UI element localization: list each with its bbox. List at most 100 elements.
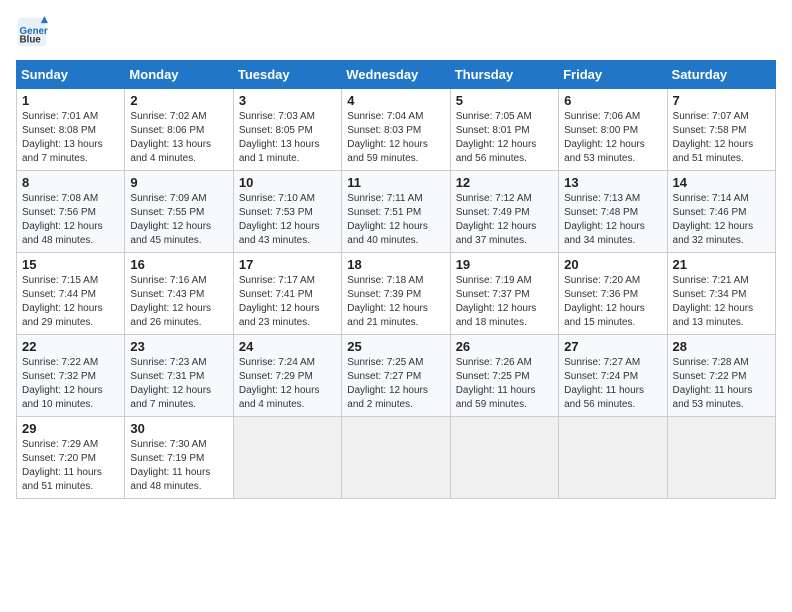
day-number: 4 — [347, 93, 444, 108]
calendar-cell: 29 Sunrise: 7:29 AMSunset: 7:20 PMDaylig… — [17, 417, 125, 499]
day-number: 26 — [456, 339, 553, 354]
calendar-cell: 30 Sunrise: 7:30 AMSunset: 7:19 PMDaylig… — [125, 417, 233, 499]
day-info: Sunrise: 7:05 AMSunset: 8:01 PMDaylight:… — [456, 111, 537, 164]
calendar-cell: 19 Sunrise: 7:19 AMSunset: 7:37 PMDaylig… — [450, 253, 558, 335]
col-header-tuesday: Tuesday — [233, 61, 341, 89]
col-header-monday: Monday — [125, 61, 233, 89]
calendar-cell: 28 Sunrise: 7:28 AMSunset: 7:22 PMDaylig… — [667, 335, 775, 417]
calendar-cell: 21 Sunrise: 7:21 AMSunset: 7:34 PMDaylig… — [667, 253, 775, 335]
calendar-cell: 2 Sunrise: 7:02 AMSunset: 8:06 PMDayligh… — [125, 89, 233, 171]
day-info: Sunrise: 7:28 AMSunset: 7:22 PMDaylight:… — [673, 357, 753, 410]
day-info: Sunrise: 7:04 AMSunset: 8:03 PMDaylight:… — [347, 111, 428, 164]
day-number: 21 — [673, 257, 770, 272]
calendar-cell — [559, 417, 667, 499]
calendar-cell: 15 Sunrise: 7:15 AMSunset: 7:44 PMDaylig… — [17, 253, 125, 335]
week-row-1: 1 Sunrise: 7:01 AMSunset: 8:08 PMDayligh… — [17, 89, 776, 171]
calendar-cell: 24 Sunrise: 7:24 AMSunset: 7:29 PMDaylig… — [233, 335, 341, 417]
day-number: 8 — [22, 175, 119, 190]
calendar-cell: 3 Sunrise: 7:03 AMSunset: 8:05 PMDayligh… — [233, 89, 341, 171]
day-number: 3 — [239, 93, 336, 108]
day-number: 29 — [22, 421, 119, 436]
day-number: 23 — [130, 339, 227, 354]
day-number: 5 — [456, 93, 553, 108]
day-info: Sunrise: 7:17 AMSunset: 7:41 PMDaylight:… — [239, 275, 320, 328]
week-row-2: 8 Sunrise: 7:08 AMSunset: 7:56 PMDayligh… — [17, 171, 776, 253]
calendar-cell: 13 Sunrise: 7:13 AMSunset: 7:48 PMDaylig… — [559, 171, 667, 253]
calendar-cell — [450, 417, 558, 499]
calendar-cell: 4 Sunrise: 7:04 AMSunset: 8:03 PMDayligh… — [342, 89, 450, 171]
calendar-cell: 25 Sunrise: 7:25 AMSunset: 7:27 PMDaylig… — [342, 335, 450, 417]
calendar-cell: 23 Sunrise: 7:23 AMSunset: 7:31 PMDaylig… — [125, 335, 233, 417]
day-info: Sunrise: 7:02 AMSunset: 8:06 PMDaylight:… — [130, 111, 211, 164]
day-info: Sunrise: 7:18 AMSunset: 7:39 PMDaylight:… — [347, 275, 428, 328]
day-number: 30 — [130, 421, 227, 436]
day-number: 13 — [564, 175, 661, 190]
calendar-cell: 20 Sunrise: 7:20 AMSunset: 7:36 PMDaylig… — [559, 253, 667, 335]
calendar-table: SundayMondayTuesdayWednesdayThursdayFrid… — [16, 60, 776, 499]
day-info: Sunrise: 7:01 AMSunset: 8:08 PMDaylight:… — [22, 111, 103, 164]
day-info: Sunrise: 7:30 AMSunset: 7:19 PMDaylight:… — [130, 439, 210, 492]
logo: General Blue — [16, 16, 52, 48]
calendar-cell: 14 Sunrise: 7:14 AMSunset: 7:46 PMDaylig… — [667, 171, 775, 253]
day-number: 28 — [673, 339, 770, 354]
day-info: Sunrise: 7:14 AMSunset: 7:46 PMDaylight:… — [673, 193, 754, 246]
calendar-cell: 6 Sunrise: 7:06 AMSunset: 8:00 PMDayligh… — [559, 89, 667, 171]
day-info: Sunrise: 7:19 AMSunset: 7:37 PMDaylight:… — [456, 275, 537, 328]
day-info: Sunrise: 7:03 AMSunset: 8:05 PMDaylight:… — [239, 111, 320, 164]
calendar-cell: 16 Sunrise: 7:16 AMSunset: 7:43 PMDaylig… — [125, 253, 233, 335]
calendar-cell: 22 Sunrise: 7:22 AMSunset: 7:32 PMDaylig… — [17, 335, 125, 417]
header-row: SundayMondayTuesdayWednesdayThursdayFrid… — [17, 61, 776, 89]
day-number: 19 — [456, 257, 553, 272]
day-number: 16 — [130, 257, 227, 272]
day-number: 27 — [564, 339, 661, 354]
calendar-cell: 7 Sunrise: 7:07 AMSunset: 7:58 PMDayligh… — [667, 89, 775, 171]
calendar-cell — [342, 417, 450, 499]
day-number: 1 — [22, 93, 119, 108]
col-header-wednesday: Wednesday — [342, 61, 450, 89]
day-number: 7 — [673, 93, 770, 108]
col-header-thursday: Thursday — [450, 61, 558, 89]
calendar-cell: 18 Sunrise: 7:18 AMSunset: 7:39 PMDaylig… — [342, 253, 450, 335]
day-info: Sunrise: 7:16 AMSunset: 7:43 PMDaylight:… — [130, 275, 211, 328]
day-number: 11 — [347, 175, 444, 190]
calendar-cell: 10 Sunrise: 7:10 AMSunset: 7:53 PMDaylig… — [233, 171, 341, 253]
day-number: 17 — [239, 257, 336, 272]
day-number: 20 — [564, 257, 661, 272]
calendar-cell: 27 Sunrise: 7:27 AMSunset: 7:24 PMDaylig… — [559, 335, 667, 417]
day-info: Sunrise: 7:26 AMSunset: 7:25 PMDaylight:… — [456, 357, 536, 410]
day-info: Sunrise: 7:11 AMSunset: 7:51 PMDaylight:… — [347, 193, 428, 246]
calendar-cell: 26 Sunrise: 7:26 AMSunset: 7:25 PMDaylig… — [450, 335, 558, 417]
day-info: Sunrise: 7:21 AMSunset: 7:34 PMDaylight:… — [673, 275, 754, 328]
day-number: 10 — [239, 175, 336, 190]
page-header: General Blue — [16, 16, 776, 48]
day-info: Sunrise: 7:23 AMSunset: 7:31 PMDaylight:… — [130, 357, 211, 410]
day-number: 14 — [673, 175, 770, 190]
day-info: Sunrise: 7:24 AMSunset: 7:29 PMDaylight:… — [239, 357, 320, 410]
calendar-cell: 11 Sunrise: 7:11 AMSunset: 7:51 PMDaylig… — [342, 171, 450, 253]
logo-icon: General Blue — [16, 16, 48, 48]
day-number: 2 — [130, 93, 227, 108]
day-number: 18 — [347, 257, 444, 272]
day-info: Sunrise: 7:27 AMSunset: 7:24 PMDaylight:… — [564, 357, 644, 410]
day-info: Sunrise: 7:13 AMSunset: 7:48 PMDaylight:… — [564, 193, 645, 246]
col-header-friday: Friday — [559, 61, 667, 89]
calendar-cell: 1 Sunrise: 7:01 AMSunset: 8:08 PMDayligh… — [17, 89, 125, 171]
day-info: Sunrise: 7:20 AMSunset: 7:36 PMDaylight:… — [564, 275, 645, 328]
calendar-cell: 17 Sunrise: 7:17 AMSunset: 7:41 PMDaylig… — [233, 253, 341, 335]
calendar-cell — [667, 417, 775, 499]
day-info: Sunrise: 7:06 AMSunset: 8:00 PMDaylight:… — [564, 111, 645, 164]
day-number: 9 — [130, 175, 227, 190]
week-row-3: 15 Sunrise: 7:15 AMSunset: 7:44 PMDaylig… — [17, 253, 776, 335]
day-info: Sunrise: 7:07 AMSunset: 7:58 PMDaylight:… — [673, 111, 754, 164]
day-info: Sunrise: 7:09 AMSunset: 7:55 PMDaylight:… — [130, 193, 211, 246]
day-number: 12 — [456, 175, 553, 190]
day-info: Sunrise: 7:22 AMSunset: 7:32 PMDaylight:… — [22, 357, 103, 410]
col-header-saturday: Saturday — [667, 61, 775, 89]
day-info: Sunrise: 7:15 AMSunset: 7:44 PMDaylight:… — [22, 275, 103, 328]
calendar-cell: 5 Sunrise: 7:05 AMSunset: 8:01 PMDayligh… — [450, 89, 558, 171]
day-info: Sunrise: 7:10 AMSunset: 7:53 PMDaylight:… — [239, 193, 320, 246]
day-info: Sunrise: 7:25 AMSunset: 7:27 PMDaylight:… — [347, 357, 428, 410]
svg-text:Blue: Blue — [20, 35, 42, 46]
day-number: 22 — [22, 339, 119, 354]
calendar-cell: 12 Sunrise: 7:12 AMSunset: 7:49 PMDaylig… — [450, 171, 558, 253]
